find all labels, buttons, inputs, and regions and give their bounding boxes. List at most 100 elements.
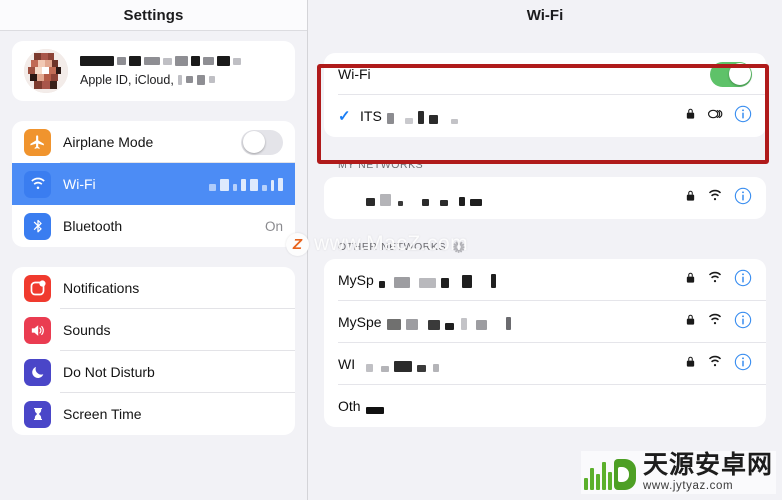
- network-icons: [685, 311, 752, 334]
- network-icons: [685, 269, 752, 292]
- wifi-icon: [24, 170, 51, 198]
- network-name-prefix: ITS: [360, 107, 382, 124]
- wifi-toggle-card: Wi-Fi ✓ ITS: [324, 53, 766, 137]
- network-name-prefix: WI: [338, 355, 356, 372]
- bluetooth-value: On: [264, 218, 283, 234]
- apple-id-text: Apple ID, iCloud,: [80, 56, 283, 87]
- network-row[interactable]: MySpe: [324, 301, 766, 343]
- wifi-detail-panel: Wi-Fi Wi-Fi ✓ ITS MY NETWORKS OTHER NETW…: [308, 0, 782, 500]
- moon-icon: [24, 358, 51, 386]
- wifi-toggle[interactable]: [710, 61, 752, 87]
- connected-network-icons: [685, 105, 752, 128]
- network-name-prefix: MySp: [338, 271, 374, 288]
- avatar: [24, 49, 68, 93]
- speaker-icon: [24, 316, 51, 344]
- network-name: Oth: [338, 397, 384, 414]
- airplane-mode-toggle[interactable]: [241, 129, 283, 155]
- network-name-prefix: MySpe: [338, 313, 382, 330]
- sidebar-item-label: Sounds: [63, 322, 111, 338]
- other-networks-label: OTHER NETWORKS: [338, 241, 447, 253]
- apple-id-name-redacted: [80, 56, 283, 67]
- network-name: [366, 191, 482, 206]
- my-networks-label: MY NETWORKS: [338, 159, 424, 171]
- watermark-bottom-right: 天源安卓网 www.jytyaz.com: [581, 451, 776, 494]
- logo-body: [613, 458, 636, 490]
- apple-id-card[interactable]: Apple ID, iCloud,: [12, 41, 295, 101]
- my-networks-card: [324, 177, 766, 219]
- network-name: MySpe: [338, 313, 511, 330]
- bluetooth-icon: [24, 212, 51, 240]
- sidebar-item-label: Notifications: [63, 280, 140, 296]
- sidebar-item-screen-time[interactable]: Screen Time: [12, 393, 295, 435]
- airplane-icon: [24, 128, 51, 156]
- connected-network-row[interactable]: ✓ ITS: [324, 95, 766, 137]
- lock-icon: [685, 271, 696, 290]
- sidebar-item-notifications[interactable]: Notifications: [12, 267, 295, 309]
- sidebar-item-bluetooth[interactable]: Bluetooth On: [12, 205, 295, 247]
- lock-icon: [685, 313, 696, 332]
- network-name-prefix: Oth: [338, 397, 361, 414]
- network-row[interactable]: MySp: [324, 259, 766, 301]
- watermark-url: www.jytyaz.com: [642, 480, 734, 492]
- sidebar-item-label: Bluetooth: [63, 218, 123, 234]
- sidebar-item-label: Do Not Disturb: [63, 364, 155, 380]
- toggle-knob: [242, 131, 265, 153]
- airplane-mode-control: [241, 129, 283, 155]
- watermark-brand-text: 天源安卓网 www.jytyaz.com: [642, 453, 773, 493]
- connected-network-name: ITS: [360, 107, 458, 124]
- lock-icon: [685, 189, 696, 208]
- sidebar-item-label: Wi-Fi: [63, 176, 96, 192]
- wifi-toggle-label: Wi-Fi: [338, 66, 371, 82]
- info-icon[interactable]: [734, 353, 752, 376]
- lock-icon: [685, 107, 696, 126]
- main-title: Wi-Fi: [526, 7, 564, 24]
- network-row-other[interactable]: Oth: [324, 385, 766, 427]
- network-row[interactable]: WI: [324, 343, 766, 385]
- sidebar-item-wifi[interactable]: Wi-Fi: [12, 163, 295, 205]
- checkmark-icon: ✓: [338, 107, 351, 125]
- logo-bars: [584, 460, 612, 490]
- wifi-toggle-row[interactable]: Wi-Fi: [324, 53, 766, 95]
- apple-id-subtitle-row: Apple ID, iCloud,: [80, 73, 283, 87]
- toggle-knob: [728, 63, 751, 85]
- sidebar-header: Settings: [0, 0, 307, 31]
- settings-group-general: Notifications Sounds Do Not Disturb Scre…: [12, 267, 295, 435]
- other-networks-card: MySp MySpe WI Oth: [324, 259, 766, 427]
- wifi-signal-icon: [707, 355, 723, 373]
- notification-icon: [24, 274, 51, 302]
- network-icons: [685, 187, 752, 210]
- info-icon[interactable]: [734, 311, 752, 334]
- sidebar-item-sounds[interactable]: Sounds: [12, 309, 295, 351]
- sidebar-item-do-not-disturb[interactable]: Do Not Disturb: [12, 351, 295, 393]
- main-header: Wi-Fi: [308, 0, 782, 31]
- info-icon[interactable]: [734, 187, 752, 210]
- info-icon[interactable]: [734, 105, 752, 128]
- redacted-text: [209, 177, 283, 191]
- sidebar-item-airplane-mode[interactable]: Airplane Mode: [12, 121, 295, 163]
- lock-icon: [685, 355, 696, 374]
- wifi-signal-icon: [707, 189, 723, 207]
- settings-group-connectivity: Airplane Mode Wi-Fi Bluetooth On: [12, 121, 295, 247]
- link-icon[interactable]: [707, 107, 723, 126]
- wifi-current-network-redacted: [209, 177, 283, 191]
- apple-id-row[interactable]: Apple ID, iCloud,: [12, 41, 295, 101]
- settings-sidebar: Settings Apple ID, iCloud, Airplane Mode…: [0, 0, 308, 500]
- wifi-signal-icon: [707, 271, 723, 289]
- network-icons: [685, 353, 752, 376]
- loading-spinner-icon: [453, 241, 466, 253]
- main-body: Wi-Fi ✓ ITS MY NETWORKS OTHER NETWORKS M…: [308, 31, 782, 427]
- network-row[interactable]: [324, 177, 766, 219]
- apple-id-subtitle: Apple ID, iCloud,: [80, 72, 174, 87]
- page-title: Settings: [123, 6, 184, 24]
- wifi-toggle-control: [710, 61, 752, 87]
- network-name: MySp: [338, 271, 496, 288]
- hourglass-icon: [24, 400, 51, 428]
- wifi-signal-icon: [707, 313, 723, 331]
- info-icon[interactable]: [734, 269, 752, 292]
- android-logo-icon: [584, 456, 636, 490]
